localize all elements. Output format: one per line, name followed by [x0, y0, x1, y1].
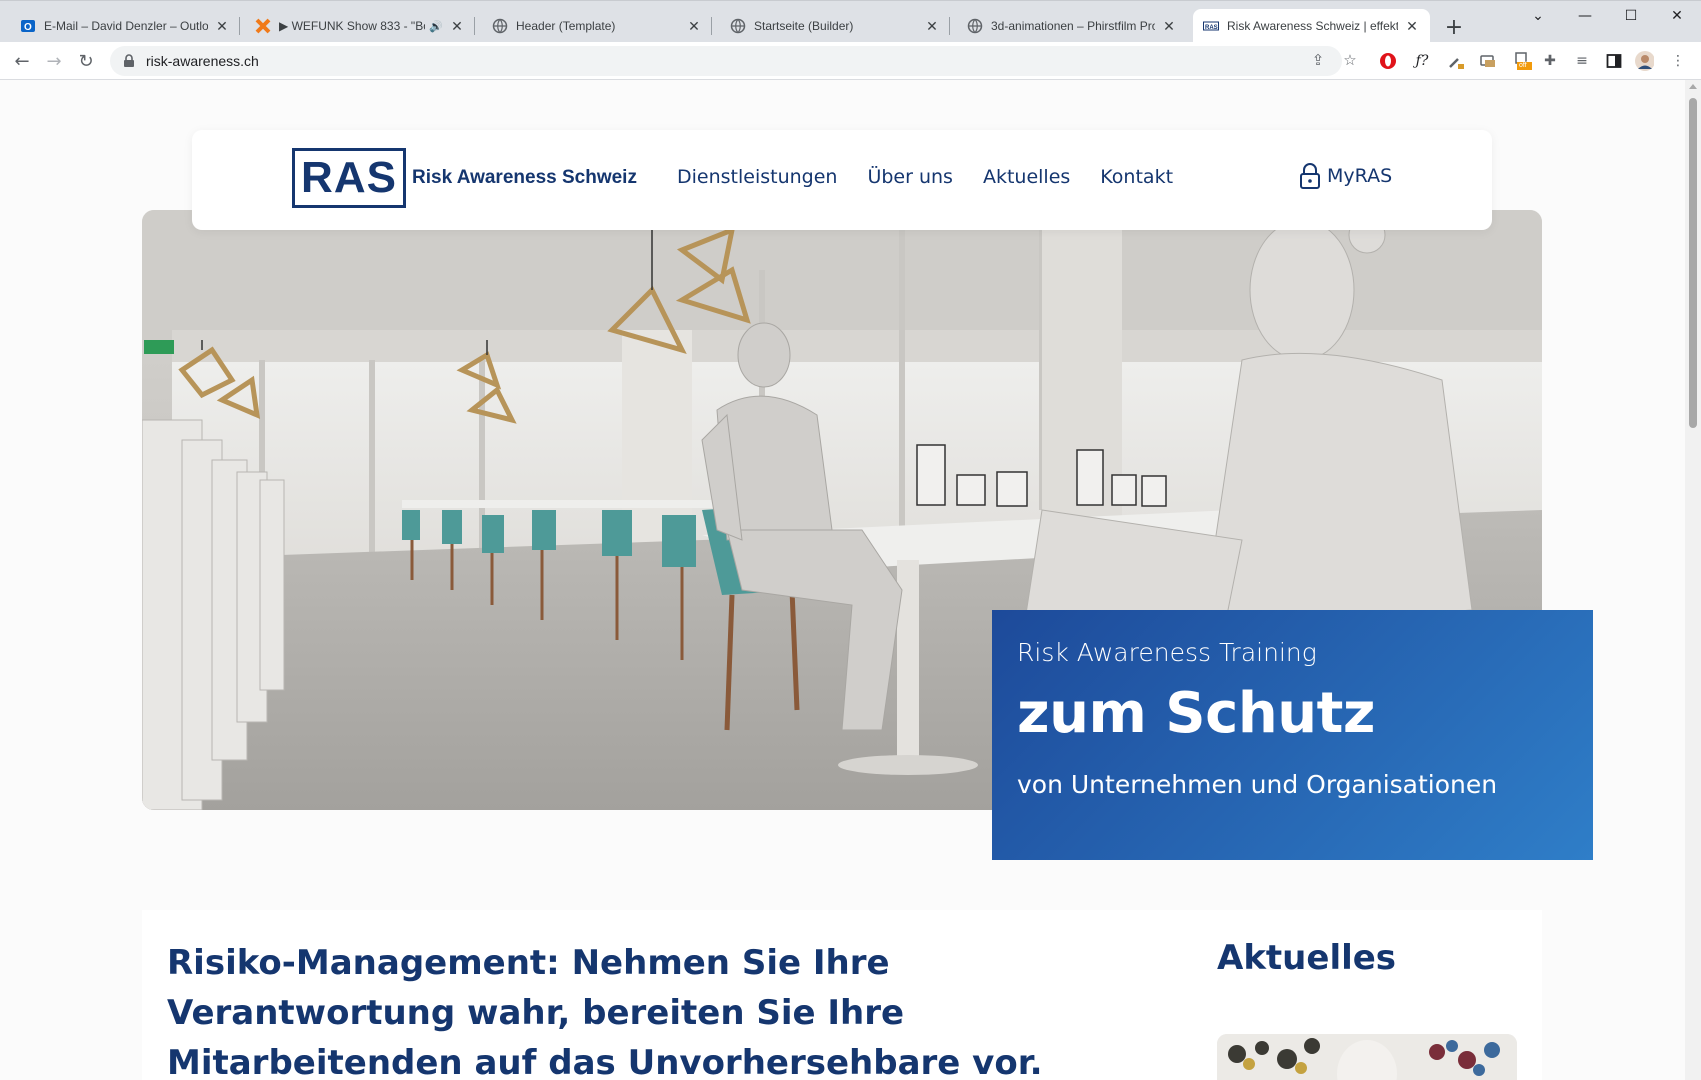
back-icon[interactable]: ←: [10, 49, 34, 73]
speaker-icon[interactable]: 🔊: [429, 20, 443, 33]
logo-mark: RAS: [292, 148, 406, 208]
svg-text:O: O: [24, 22, 32, 33]
svg-text:RAS: RAS: [1205, 25, 1218, 31]
tab-startseite[interactable]: Startseite (Builder) ✕: [720, 9, 950, 43]
tab-header-template[interactable]: Header (Template) ✕: [482, 9, 712, 43]
hero-kicker: Risk Awareness Training: [1017, 638, 1317, 667]
browser-toolbar: ← → ↻ risk-awareness.ch ⇪ ☆ ƒ? off ✚ ≡ ⋮: [0, 42, 1701, 80]
tab-outlook[interactable]: O E-Mail – David Denzler – Outlook ✕: [10, 9, 240, 43]
padlock-icon: [1299, 162, 1321, 190]
close-icon[interactable]: ✕: [686, 18, 702, 34]
close-icon[interactable]: ✕: [924, 18, 940, 34]
close-icon[interactable]: ✕: [214, 18, 230, 34]
tab-title: 3d-animationen – Phirstfilm Proc: [991, 19, 1155, 33]
nav-ueber-uns[interactable]: Über uns: [867, 166, 953, 188]
eyedropper-icon[interactable]: [1446, 51, 1466, 71]
share-icon[interactable]: ⇪: [1307, 49, 1329, 71]
site-logo[interactable]: RAS Risk Awareness Schweiz: [292, 148, 637, 208]
tab-risk-awareness[interactable]: RAS Risk Awareness Schweiz | effektiv ✕: [1193, 9, 1430, 43]
globe-icon: [730, 18, 746, 34]
tab-search-icon[interactable]: ⌄: [1515, 1, 1561, 31]
myras-label: MyRAS: [1327, 165, 1393, 187]
myras-login-link[interactable]: MyRAS: [1299, 162, 1392, 190]
page-scrollbar[interactable]: [1685, 80, 1701, 1080]
globe-icon: [492, 18, 508, 34]
globe-icon: [967, 18, 983, 34]
tab-title: Risk Awareness Schweiz | effektiv: [1227, 19, 1398, 33]
opera-icon[interactable]: [1378, 51, 1398, 71]
address-bar[interactable]: risk-awareness.ch: [110, 46, 1342, 76]
reading-list-icon[interactable]: ≡: [1572, 51, 1592, 71]
section-heading: Risiko-Management: Nehmen Sie Ihre Veran…: [167, 943, 1043, 1080]
news-thumbnail[interactable]: [1217, 1034, 1517, 1080]
side-panel-icon[interactable]: [1604, 51, 1624, 71]
main-nav: Dienstleistungen Über uns Aktuelles Kont…: [677, 166, 1173, 188]
brand-name: Risk Awareness Schweiz: [412, 167, 637, 188]
ras-icon: RAS: [1203, 18, 1219, 34]
profile-avatar[interactable]: [1634, 51, 1654, 71]
adblock-icon[interactable]: off: [1512, 51, 1532, 71]
hero-subline: von Unternehmen und Organisationen: [1017, 770, 1498, 799]
close-icon[interactable]: ✕: [1161, 18, 1177, 34]
maximize-icon[interactable]: ☐: [1608, 1, 1654, 31]
nav-kontakt[interactable]: Kontakt: [1100, 166, 1173, 188]
extension-badge: off: [1519, 62, 1527, 69]
tab-title: ▶ WEFUNK Show 833 - "Boo: [279, 19, 426, 33]
page-viewport: RAS Risk Awareness Schweiz Dienstleistun…: [0, 80, 1701, 1080]
reload-icon[interactable]: ↻: [74, 49, 98, 73]
forward-icon[interactable]: →: [42, 49, 66, 73]
star-icon[interactable]: ☆: [1339, 49, 1361, 71]
outlook-icon: O: [20, 18, 36, 34]
new-tab-button[interactable]: +: [1440, 13, 1468, 41]
url-text: risk-awareness.ch: [146, 53, 259, 69]
tab-title: Header (Template): [516, 19, 616, 33]
close-icon[interactable]: ✕: [1404, 18, 1420, 34]
scrollbar-thumb[interactable]: [1689, 98, 1697, 428]
hero-headline: zum Schutz: [1017, 681, 1375, 746]
close-window-icon[interactable]: ✕: [1654, 1, 1700, 31]
font-extension-icon[interactable]: ƒ?: [1412, 51, 1432, 71]
tab-title: E-Mail – David Denzler – Outlook: [44, 19, 208, 33]
screen-extension-icon[interactable]: [1478, 51, 1498, 71]
news-heading: Aktuelles: [1217, 938, 1397, 978]
tab-title: Startseite (Builder): [754, 19, 854, 33]
tab-strip: O E-Mail – David Denzler – Outlook ✕ ▶ W…: [0, 0, 1701, 43]
site-header: RAS Risk Awareness Schweiz Dienstleistun…: [192, 130, 1492, 230]
wefunk-icon: [255, 18, 271, 34]
scroll-up-icon[interactable]: [1689, 84, 1697, 89]
tab-3d-animationen[interactable]: 3d-animationen – Phirstfilm Proc ✕: [957, 9, 1187, 43]
lock-icon[interactable]: [122, 54, 136, 68]
extensions-puzzle-icon[interactable]: ✚: [1540, 51, 1560, 71]
hero-text-box: Risk Awareness Training zum Schutz von U…: [992, 610, 1593, 860]
close-icon[interactable]: ✕: [449, 18, 465, 34]
menu-icon[interactable]: ⋮: [1668, 51, 1688, 71]
minimize-icon[interactable]: —: [1562, 1, 1608, 31]
content-section: Risiko-Management: Nehmen Sie Ihre Veran…: [142, 910, 1542, 1080]
nav-aktuelles[interactable]: Aktuelles: [983, 166, 1070, 188]
nav-dienstleistungen[interactable]: Dienstleistungen: [677, 166, 837, 188]
tab-wefunk[interactable]: ▶ WEFUNK Show 833 - "Boo 🔊 ✕: [245, 9, 475, 43]
